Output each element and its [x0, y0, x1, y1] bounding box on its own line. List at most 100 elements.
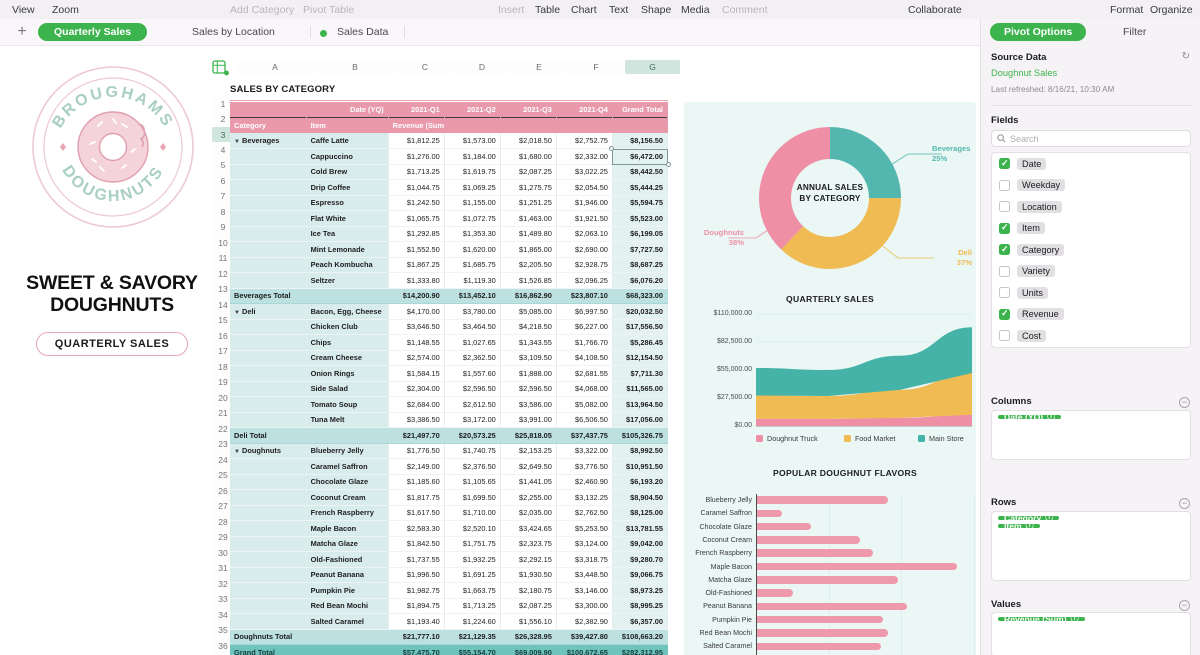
- header-row[interactable]: Date (YQ) 2021-Q1 2021-Q2 2021-Q3 2021-Q4 Gra…: [230, 102, 669, 118]
- cell-q4[interactable]: $3,300.00: [556, 598, 613, 614]
- cell-item[interactable]: Bacon, Egg, Cheese: [306, 303, 389, 320]
- cell-item[interactable]: Chips: [306, 334, 389, 351]
- tab-pivot-options[interactable]: Pivot Options: [990, 23, 1087, 41]
- cell-q1[interactable]: $1,617.50: [388, 505, 445, 521]
- cell-q4[interactable]: $2,762.50: [556, 505, 613, 521]
- cell-q3[interactable]: $1,441.05: [500, 474, 557, 490]
- cell-q2[interactable]: $1,069.25: [444, 179, 501, 196]
- cell-item[interactable]: Peanut Banana: [306, 567, 389, 583]
- cell-q1[interactable]: $1,713.25: [388, 164, 445, 180]
- column-header-G[interactable]: G: [625, 60, 680, 74]
- cell-q3[interactable]: $1,680.00: [500, 148, 557, 165]
- cell-q3[interactable]: $1,343.55: [500, 334, 557, 351]
- cell-category[interactable]: [230, 148, 307, 165]
- cell-grand-total[interactable]: $5,286.45: [612, 334, 669, 351]
- field-checkbox-category[interactable]: [999, 244, 1010, 256]
- cell-q3[interactable]: $3,991.00: [500, 412, 557, 428]
- cell-q4[interactable]: $4,108.50: [556, 350, 613, 366]
- bar-rect[interactable]: [757, 562, 958, 571]
- cell-subtotal-label[interactable]: Deli Total: [230, 427, 307, 444]
- table-row[interactable]: Coconut Cream $1,817.75 $1,699.50 $2,255.00…: [230, 489, 669, 506]
- cell-q1[interactable]: $1,842.50: [388, 536, 445, 552]
- cell-item[interactable]: Pumpkin Pie: [306, 582, 389, 599]
- cell-q4[interactable]: $3,146.00: [556, 582, 613, 599]
- table-row[interactable]: Side Salad $2,304.00 $2,596.50 $2,596.50 $4,…: [230, 381, 669, 397]
- cell-grand-total[interactable]: $8,687.25: [612, 257, 669, 273]
- cell-grand-total[interactable]: $8,156.50: [612, 133, 669, 149]
- column-pill-date-yq[interactable]: Date (YQ) ⓘ: [998, 413, 1062, 421]
- cell-grand-q2[interactable]: $55,154.70: [444, 644, 501, 655]
- cell-grand-total[interactable]: $10,951.50: [612, 458, 669, 475]
- cell-item[interactable]: Ice Tea: [306, 226, 389, 242]
- table-row[interactable]: Matcha Glaze $1,842.50 $1,751.75 $2,323.75 $…: [230, 536, 669, 552]
- cell-category[interactable]: [230, 613, 307, 630]
- cell-item[interactable]: Caramel Saffron: [306, 458, 389, 475]
- subtotal-row[interactable]: Deli Total $21,497.70 $20,573.25 $25,818.05…: [230, 427, 669, 444]
- grand-total-row[interactable]: Grand Total $57,475.70 $55,154.70 $69,009.9…: [230, 644, 669, 655]
- cell-q1[interactable]: $2,583.30: [388, 520, 445, 537]
- cell-category[interactable]: [230, 195, 307, 211]
- header-category[interactable]: Category: [230, 117, 307, 133]
- cell-item[interactable]: Drip Coffee: [306, 179, 389, 196]
- cell-category[interactable]: [230, 350, 307, 366]
- cell[interactable]: [444, 117, 501, 133]
- cell-q4[interactable]: $2,460.90: [556, 474, 613, 490]
- cell-q3[interactable]: $2,018.50: [500, 133, 557, 149]
- cell-subtotal-q1[interactable]: $21,777.10: [388, 629, 445, 645]
- header-revenue-sum[interactable]: Revenue (Sum): [388, 117, 445, 133]
- column-header-A[interactable]: A: [237, 60, 313, 74]
- bar-rect[interactable]: [757, 602, 907, 611]
- cell-q4[interactable]: $1,946.00: [556, 195, 613, 211]
- cell-q1[interactable]: $1,867.25: [388, 257, 445, 273]
- cell-q3[interactable]: $1,463.00: [500, 210, 557, 227]
- cell-category[interactable]: [230, 474, 307, 490]
- cell-q3[interactable]: $1,251.25: [500, 195, 557, 211]
- bar-rect[interactable]: [757, 536, 861, 544]
- cell-q3[interactable]: $3,109.50: [500, 350, 557, 366]
- field-row-variety[interactable]: Variety: [992, 261, 1190, 283]
- cell-category[interactable]: [230, 272, 307, 289]
- cell[interactable]: [612, 117, 669, 133]
- cell-item[interactable]: Mint Lemonade: [306, 241, 389, 258]
- table-row[interactable]: Ice Tea $1,292.85 $1,353.30 $1,489.80 $2,063…: [230, 226, 669, 242]
- cell-q4[interactable]: $6,997.50: [556, 303, 613, 320]
- cell-q1[interactable]: $2,304.00: [388, 381, 445, 397]
- cell-q2[interactable]: $3,780.00: [444, 303, 501, 320]
- cell-q2[interactable]: $1,713.25: [444, 598, 501, 614]
- cell-q2[interactable]: $1,105.65: [444, 474, 501, 490]
- table-row[interactable]: Cappuccino $1,276.00 $1,184.00 $1,680.00 $2,…: [230, 148, 669, 165]
- cell-grand-q4[interactable]: $100,672.65: [556, 644, 613, 655]
- cell-q4[interactable]: $2,332.00: [556, 148, 613, 165]
- cell-category[interactable]: [230, 226, 307, 242]
- cell-category[interactable]: [230, 381, 307, 397]
- bar-rect[interactable]: [757, 576, 898, 584]
- cell-subtotal-q2[interactable]: $20,573.25: [444, 427, 501, 444]
- rows-dropzone[interactable]: Category ⓘ Item ⓘ: [991, 511, 1191, 581]
- cell-subtotal-total[interactable]: $68,323.00: [612, 288, 669, 304]
- cell-q1[interactable]: $1,185.60: [388, 474, 445, 490]
- field-row-revenue[interactable]: Revenue: [992, 304, 1190, 326]
- cell-category[interactable]: [230, 164, 307, 180]
- cell-q4[interactable]: $3,132.25: [556, 489, 613, 506]
- columns-collapse-button[interactable]: −: [1179, 397, 1190, 408]
- bar-rect[interactable]: [757, 496, 888, 504]
- cell-grand-total[interactable]: $8,442.50: [612, 164, 669, 180]
- column-header-C[interactable]: C: [397, 60, 453, 74]
- cell-grand-total[interactable]: $8,995.25: [612, 598, 669, 614]
- selection-handle-bottom[interactable]: [666, 162, 671, 167]
- header-blank[interactable]: [230, 102, 307, 118]
- field-row-date[interactable]: Date: [992, 153, 1190, 175]
- cell-q4[interactable]: $2,928.75: [556, 257, 613, 273]
- cell-category[interactable]: ▼ Doughnuts: [230, 443, 307, 459]
- cell-q3[interactable]: $2,596.50: [500, 381, 557, 397]
- cell-item[interactable]: Tomato Soup: [306, 396, 389, 413]
- cell-item[interactable]: Matcha Glaze: [306, 536, 389, 552]
- cell-q1[interactable]: $1,812.25: [388, 133, 445, 149]
- table-row[interactable]: Red Bean Mochi $1,894.75 $1,713.25 $2,087.2…: [230, 598, 669, 614]
- cell-q2[interactable]: $1,072.75: [444, 210, 501, 227]
- menu-shape[interactable]: Shape: [641, 4, 671, 16]
- cell-category[interactable]: [230, 210, 307, 227]
- fields-list[interactable]: Date Weekday Location Item Category Variety Un…: [991, 152, 1191, 348]
- cell-grand-total[interactable]: $20,032.50: [612, 303, 669, 320]
- menu-table[interactable]: Table: [535, 4, 560, 16]
